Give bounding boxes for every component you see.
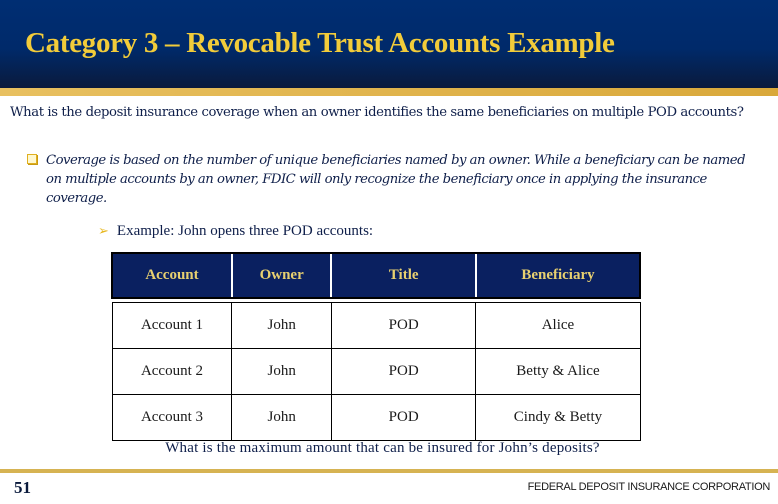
cell-beneficiary: Alice	[475, 302, 641, 349]
slide-header: Category 3 – Revocable Trust Accounts Ex…	[0, 0, 778, 88]
example-line: ➢ Example: John opens three POD accounts:	[98, 223, 373, 240]
intro-question: What is the deposit insurance coverage w…	[10, 105, 744, 120]
column-header-title: Title	[330, 252, 476, 299]
cell-account: Account 2	[111, 348, 233, 395]
cell-account: Account 3	[111, 394, 233, 441]
example-text: Example: John opens three POD accounts:	[116, 223, 374, 239]
cell-title: POD	[330, 394, 477, 441]
cell-owner: John	[231, 394, 332, 441]
final-question: What is the maximum amount that can be i…	[165, 440, 600, 456]
table-row: Account 2 John POD Betty & Alice	[111, 348, 641, 395]
arrow-bullet-icon: ➢	[98, 223, 109, 238]
header-divider	[0, 88, 778, 96]
column-header-owner: Owner	[230, 252, 332, 299]
table-row: Account 3 John POD Cindy & Betty	[111, 394, 641, 441]
page-number: 51	[14, 478, 31, 497]
footer-divider	[0, 469, 778, 473]
square-bullet-icon	[27, 154, 37, 164]
table-header-row: Account Owner Title Beneficiary	[111, 252, 642, 299]
column-header-account: Account	[111, 252, 232, 299]
cell-title: POD	[330, 348, 477, 395]
cell-owner: John	[231, 348, 332, 395]
cell-account: Account 1	[111, 302, 233, 349]
organization-name: FEDERAL DEPOSIT INSURANCE CORPORATION	[527, 481, 771, 493]
table-row: Account 1 John POD Alice	[111, 302, 641, 349]
cell-beneficiary: Betty & Alice	[475, 348, 641, 395]
cell-owner: John	[231, 302, 332, 349]
coverage-bullet-text: Coverage is based on the number of uniqu…	[46, 153, 746, 206]
cell-title: POD	[330, 302, 477, 349]
coverage-bullet: Coverage is based on the number of uniqu…	[27, 151, 757, 208]
cell-beneficiary: Cindy & Betty	[475, 394, 641, 441]
column-header-beneficiary: Beneficiary	[474, 252, 642, 299]
slide-title: Category 3 – Revocable Trust Accounts Ex…	[25, 27, 615, 59]
accounts-table: Account Owner Title Beneficiary Account …	[111, 252, 642, 441]
